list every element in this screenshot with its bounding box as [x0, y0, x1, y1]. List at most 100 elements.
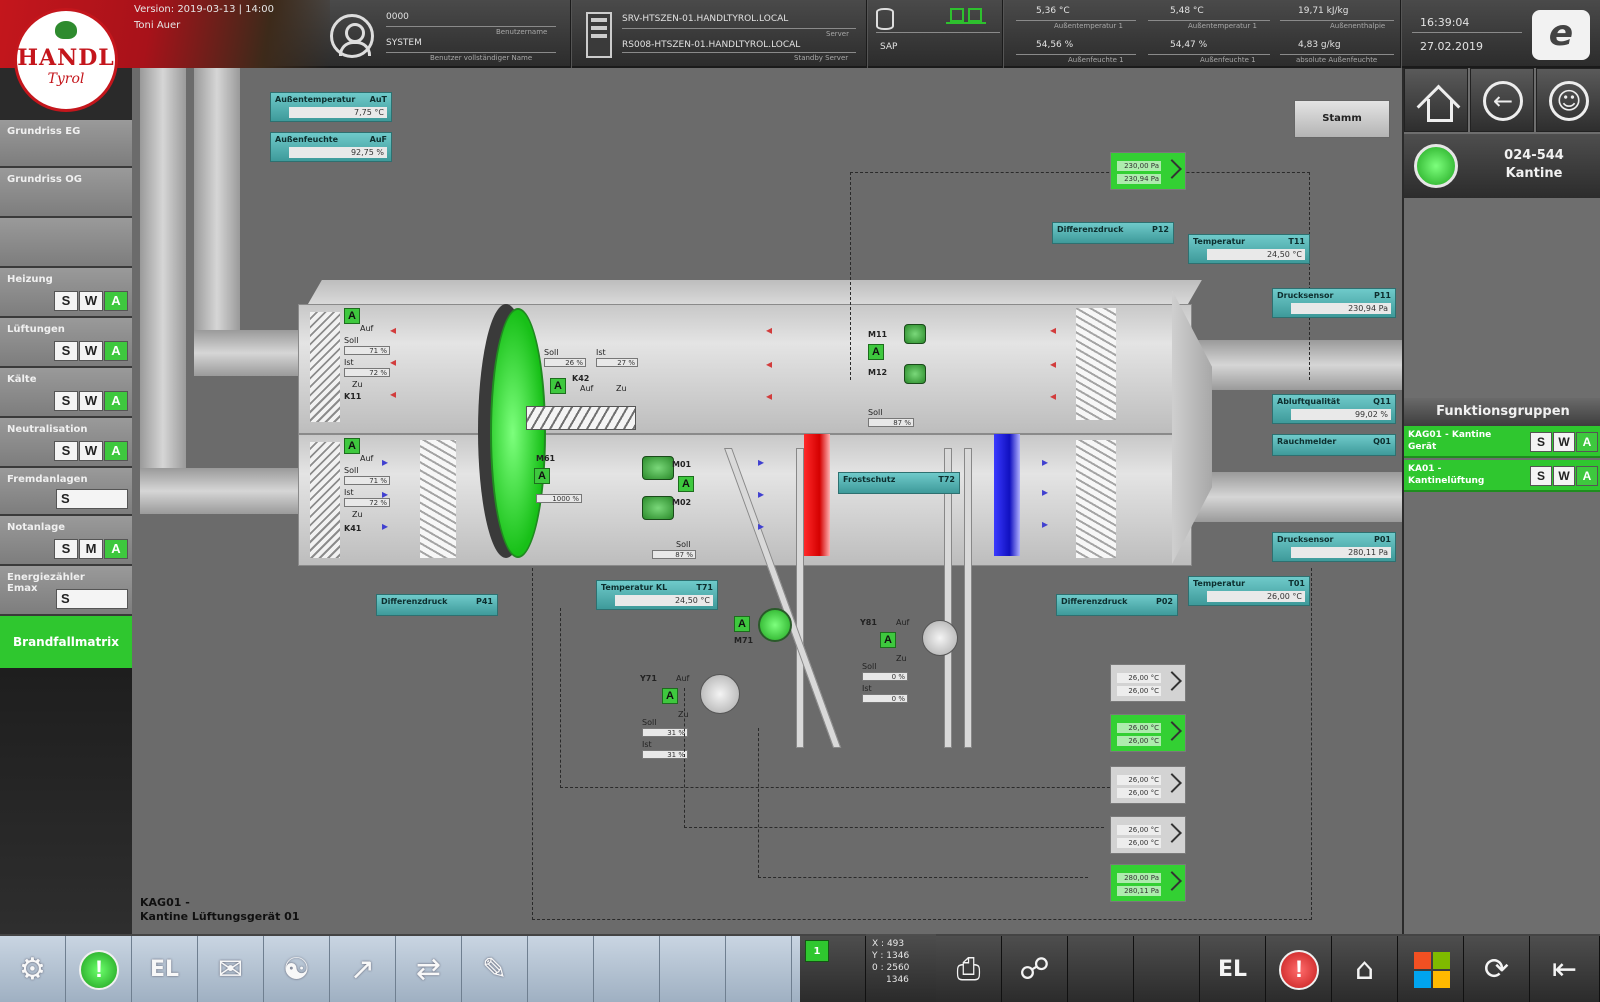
sensor-diff-pressure-p02[interactable]: Differenzdruck P02 [1056, 594, 1178, 616]
mode-a-button[interactable]: A [1576, 466, 1598, 486]
refresh-button[interactable]: ⟳ [1464, 936, 1530, 1002]
setpoint-box[interactable]: 26,00 °C 26,00 °C [1110, 816, 1186, 854]
sensor-air-quality-q11[interactable]: Abluftqualität Q11 99,02 % [1272, 394, 1396, 424]
windows-button[interactable] [1398, 936, 1464, 1002]
function-group-ka01[interactable]: KA01 - Kantinelüftung S W A [1404, 460, 1600, 492]
mode-s-button[interactable]: S [54, 391, 78, 411]
alarm-red-button[interactable]: ! [1266, 936, 1332, 1002]
server-icon [586, 12, 612, 58]
home-button[interactable] [1404, 68, 1468, 132]
settings-button[interactable]: ⚙ [0, 936, 66, 1002]
filter-k41-icon [310, 442, 340, 558]
mode-s-button[interactable]: S [54, 539, 78, 559]
logout-button[interactable]: ⇤ [1530, 936, 1600, 1002]
sensor-pressure-p11[interactable]: Drucksensor P11 230,94 Pa [1272, 288, 1396, 318]
mode-s-button[interactable]: S [54, 341, 78, 361]
mode-a-button[interactable]: A [104, 341, 128, 361]
user-icon[interactable] [330, 14, 374, 58]
sidebar-item-energiezaehler[interactable]: Energiezähler Emax S [0, 566, 132, 616]
setpoint-box[interactable]: 230,00 Pa 230,94 Pa [1110, 152, 1186, 190]
auto-badge[interactable]: A [344, 438, 360, 454]
auto-badge[interactable]: A [344, 308, 360, 324]
fan-m01-icon[interactable] [642, 456, 674, 480]
chart-icon: ↗ [349, 952, 376, 987]
mail-button[interactable]: ✉ [198, 936, 264, 1002]
mode-w-button[interactable]: W [1553, 466, 1575, 486]
mode-a-button[interactable]: A [104, 539, 128, 559]
topology-button[interactable]: ☍ [1002, 936, 1068, 1002]
sync-button[interactable]: ⇄ [396, 936, 462, 1002]
mode-w-button[interactable]: W [1553, 432, 1575, 452]
brandfallmatrix-button[interactable]: Brandfallmatrix [0, 616, 132, 668]
sidebar-item-fremdanlagen[interactable]: Fremdanlagen S [0, 468, 132, 516]
m02-label: M02 [672, 498, 692, 507]
mode-a-button[interactable]: A [104, 291, 128, 311]
mode-w-button[interactable]: W [79, 291, 103, 311]
sensor-diff-pressure-p12[interactable]: Differenzdruck P12 [1052, 222, 1174, 244]
setpoint-box[interactable]: 280,00 Pa 280,11 Pa [1110, 864, 1186, 902]
mode-w-button[interactable]: W [79, 391, 103, 411]
network-tree-button[interactable]: ☯ [264, 936, 330, 1002]
mode-s-button[interactable]: S [56, 489, 128, 509]
heat-recovery-wheel-icon[interactable] [490, 308, 546, 558]
mode-a-button[interactable]: A [1576, 432, 1598, 452]
profile-button[interactable]: ☺ [1536, 68, 1600, 132]
mode-s-button[interactable]: S [56, 589, 128, 609]
m01-soll-value: 87 % [652, 550, 696, 559]
printer-button[interactable]: ⎙ [936, 936, 1002, 1002]
home-bottom-button[interactable]: ⌂ [1332, 936, 1398, 1002]
back-button[interactable]: ← [1470, 68, 1534, 132]
setpoint-box[interactable]: 26,00 °C 26,00 °C [1110, 714, 1186, 752]
tools-button[interactable]: ✎ [462, 936, 528, 1002]
trend-button[interactable]: ↗ [330, 936, 396, 1002]
sidebar-item-lueftungen[interactable]: Lüftungen S W A [0, 318, 132, 368]
sensor-pressure-p01[interactable]: Drucksensor P01 280,11 Pa [1272, 532, 1396, 562]
mode-w-button[interactable]: W [79, 441, 103, 461]
auto-badge[interactable]: A [678, 476, 694, 492]
auto-badge[interactable]: A [550, 378, 566, 394]
sidebar-item-grundriss-eg[interactable]: Grundriss EG [0, 120, 132, 168]
stamm-button[interactable]: Stamm [1294, 100, 1390, 138]
m61-value: 1000 % [536, 494, 582, 503]
mode-s-button[interactable]: S [1530, 466, 1552, 486]
sensor-frost-t72[interactable]: Frostschutz T72 [838, 472, 960, 494]
sidebar-item-grundriss-og[interactable]: Grundriss OG [0, 168, 132, 218]
fan-m02-icon[interactable] [642, 496, 674, 520]
mode-a-button[interactable]: A [104, 441, 128, 461]
alarms-button[interactable]: ! [66, 936, 132, 1002]
refresh-icon: ⟳ [1483, 952, 1510, 987]
mode-w-button[interactable]: W [79, 341, 103, 361]
sensor-smoke-q01[interactable]: Rauchmelder Q01 [1272, 434, 1396, 456]
count-badge: 1 [805, 940, 829, 962]
setpoint-box[interactable]: 26,00 °C 26,00 °C [1110, 664, 1186, 702]
sensor-temperature-t01[interactable]: Temperatur T01 26,00 °C [1188, 576, 1310, 606]
auto-badge[interactable]: A [534, 468, 550, 484]
sidebar-item-notanlage[interactable]: Notanlage S M A [0, 516, 132, 566]
heating-coil-icon [804, 434, 830, 556]
check-icon [1162, 671, 1182, 691]
sensor-temperature-t11[interactable]: Temperatur T11 24,50 °C [1188, 234, 1310, 264]
sidebar-item-kaelte[interactable]: Kälte S W A [0, 368, 132, 418]
mode-s-button[interactable]: S [1530, 432, 1552, 452]
mode-s-button[interactable]: S [54, 441, 78, 461]
mode-a-button[interactable]: A [104, 391, 128, 411]
function-group-kag01[interactable]: KAG01 - Kantine Gerät S W A [1404, 426, 1600, 458]
flow-arrow-icon: ◂ [390, 355, 397, 369]
company-logo[interactable]: HANDL Tyrol [14, 8, 118, 112]
sidebar-item-heizung[interactable]: Heizung S W A [0, 268, 132, 318]
sensor-temperature-t71[interactable]: Temperatur KL T71 24,50 °C [596, 580, 718, 610]
room-status[interactable]: 024-544 Kantine [1404, 134, 1600, 198]
mode-m-button[interactable]: M [79, 539, 103, 559]
sidebar-item-empty[interactable] [0, 218, 132, 268]
setpoint-box[interactable]: 26,00 °C 26,00 °C [1110, 766, 1186, 804]
el-dark-button[interactable]: EL [1200, 936, 1266, 1002]
sensor-outside-temperature[interactable]: Außentemperatur AuT 7,75 °C [270, 92, 392, 122]
sensor-outside-humidity[interactable]: Außenfeuchte AuF 92,75 % [270, 132, 392, 162]
mode-s-button[interactable]: S [54, 291, 78, 311]
el-button[interactable]: EL [132, 936, 198, 1002]
bypass-damper-k42-icon[interactable] [526, 406, 636, 430]
flow-arrow-icon: ◂ [1050, 389, 1057, 403]
sensor-diff-pressure-p41[interactable]: Differenzdruck P41 [376, 594, 498, 616]
sidebar-item-neutralisation[interactable]: Neutralisation S W A [0, 418, 132, 468]
e-logo-icon[interactable]: e [1532, 10, 1590, 60]
